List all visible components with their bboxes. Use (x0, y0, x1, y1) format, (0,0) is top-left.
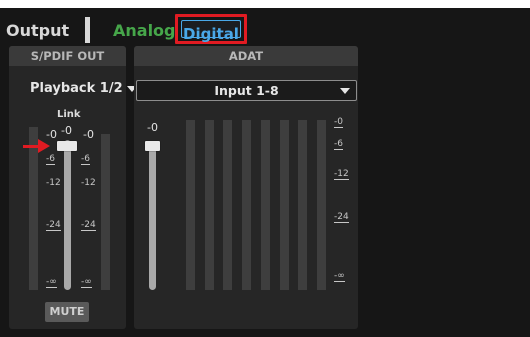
scale-tick-label: -0 (334, 117, 343, 128)
adat-fader-track[interactable] (149, 142, 156, 290)
scale-tick-label: -6 (81, 154, 90, 165)
arrow-right-icon (38, 139, 50, 153)
scale-tick-label: -12 (46, 178, 61, 188)
scale-tick-label: -∞ (46, 277, 57, 288)
adat-fader-value: -0 (147, 121, 158, 134)
spdif-fader-value: -0 (61, 124, 72, 137)
chevron-down-icon (340, 88, 350, 94)
app-window: Output Analog Digital S/PDIF OUT Playbac… (0, 8, 530, 337)
adat-meter-channel (223, 120, 232, 290)
adat-input-select[interactable]: Input 1-8 (136, 80, 357, 101)
spdif-header: S/PDIF OUT (9, 46, 126, 66)
scale-tick-label: -∞ (334, 271, 345, 282)
scale-tick-label: -12 (334, 169, 349, 180)
adat-header: ADAT (134, 46, 358, 66)
tab-analog[interactable]: Analog (113, 21, 176, 40)
scale-tick-label: -12 (81, 178, 96, 188)
tab-digital[interactable]: Digital (181, 20, 241, 43)
adat-meter-channel (280, 120, 289, 290)
tab-digital-label: Digital (183, 25, 239, 43)
adat-meter-channel (298, 120, 307, 290)
adat-meter-channel (186, 120, 195, 290)
playback-select-label: Playback 1/2 (30, 81, 123, 96)
adat-meter-channel (205, 120, 214, 290)
adat-fader-knob[interactable] (145, 141, 160, 151)
spdif-meter-left (29, 127, 38, 290)
adat-meter-channel (242, 120, 251, 290)
scale-tick-label: -6 (46, 154, 55, 165)
link-label[interactable]: Link (57, 109, 81, 120)
spdif-fader-knob[interactable] (57, 141, 77, 151)
scale-tick-label: -6 (334, 139, 343, 150)
scale-tick-label: -24 (46, 220, 61, 231)
tab-output[interactable]: Output (6, 21, 69, 40)
mute-button[interactable]: MUTE (45, 302, 89, 322)
tab-divider (85, 17, 90, 43)
spdif-meter-right (101, 134, 110, 290)
adat-input-select-label: Input 1-8 (214, 83, 279, 98)
tab-digital-highlight[interactable]: Digital (175, 14, 247, 44)
spdif-fader-track[interactable] (64, 140, 71, 290)
scale-tick-label: -24 (81, 220, 96, 231)
adat-meter-channel (317, 120, 326, 290)
spdif-right-top-value: -0 (83, 128, 94, 141)
playback-select[interactable]: Playback 1/2 (30, 81, 137, 96)
scale-tick-label: -∞ (81, 277, 92, 288)
adat-meter-channel (261, 120, 270, 290)
scale-tick-label: -24 (334, 212, 349, 223)
